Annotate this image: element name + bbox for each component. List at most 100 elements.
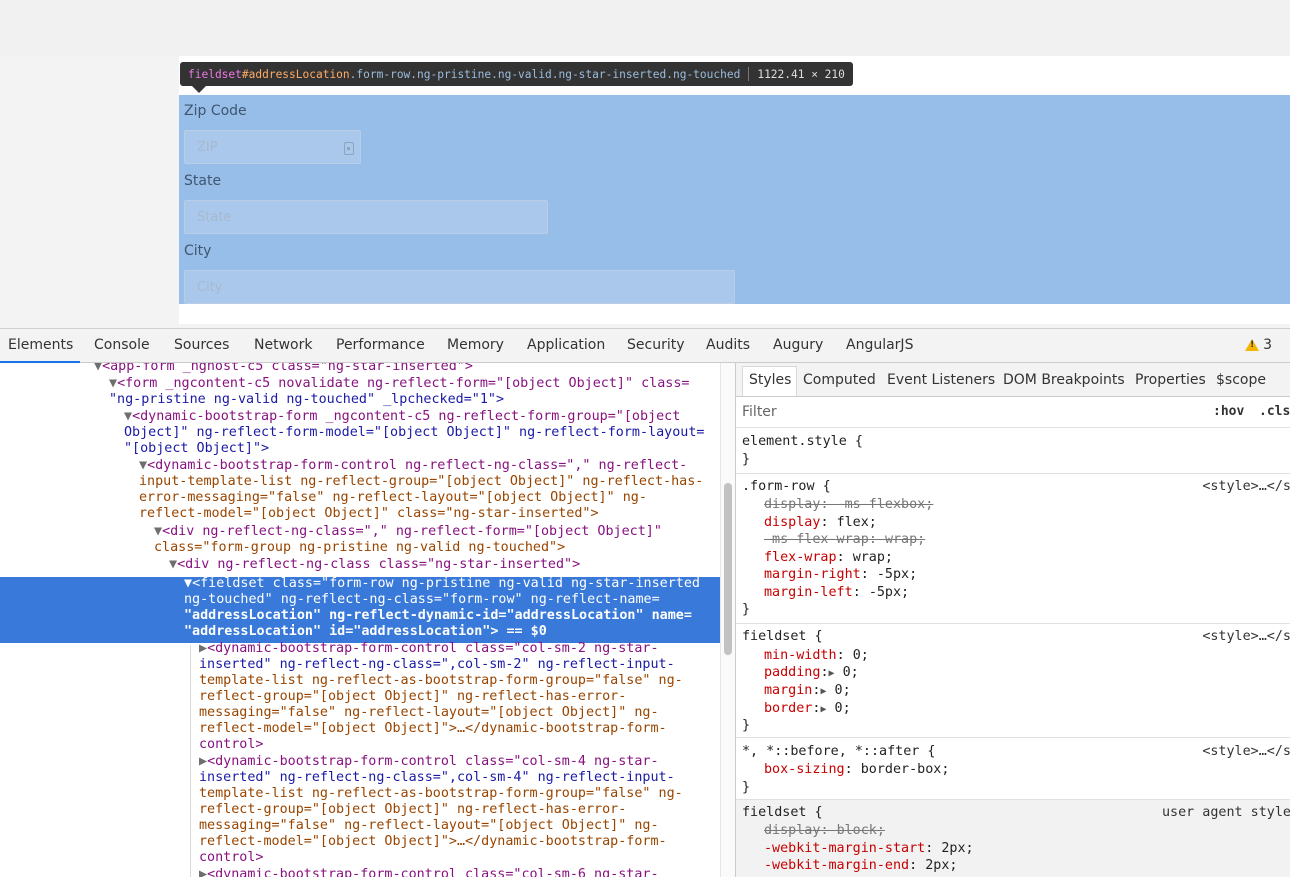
dom-line: control> <box>199 850 264 865</box>
dom-node-fieldset-selected[interactable]: ▼<fieldset class="form-row ng-pristine n… <box>184 576 700 592</box>
state-label: State <box>184 173 222 189</box>
tooltip-id: #addressLocation <box>241 67 350 81</box>
dom-line: inserted" ng-reflect-ng-class=",col-sm-4… <box>199 770 675 785</box>
tooltip-separator <box>748 67 750 81</box>
rule-source-link[interactable]: <style>…</s <box>1202 744 1290 759</box>
subtab-styles[interactable]: Styles <box>749 372 791 388</box>
tab-console[interactable]: Console <box>94 337 150 353</box>
dom-node-div-ng-class[interactable]: ▼<div ng-reflect-ng-class class="ng-star… <box>169 557 580 573</box>
decl-struck[interactable]: display: -ms-flexbox; <box>764 497 933 512</box>
tab-application[interactable]: Application <box>527 337 605 353</box>
tab-angularjs[interactable]: AngularJS <box>846 337 913 353</box>
tab-augury[interactable]: Augury <box>773 337 823 353</box>
city-placeholder: City <box>197 280 223 295</box>
decl[interactable]: padding:▶ 0; <box>764 665 859 680</box>
styles-pane: Styles Computed Event Listeners DOM Brea… <box>735 363 1290 877</box>
tab-security[interactable]: Security <box>627 337 685 353</box>
warnings-count: 3 <box>1263 337 1272 353</box>
decl-struck[interactable]: -ms-flex-wrap: wrap; <box>764 532 925 547</box>
dom-node-form-control-col-sm-2[interactable]: ▶<dynamic-bootstrap-form-control class="… <box>199 641 659 657</box>
styles-subtab-bar: Styles Computed Event Listeners DOM Brea… <box>736 363 1290 397</box>
city-input[interactable]: City <box>184 270 735 304</box>
rule-element-style[interactable]: element.style { } <box>736 429 1290 474</box>
tab-memory[interactable]: Memory <box>447 337 504 353</box>
decl[interactable]: -webkit-margin-end: 2px; <box>764 858 958 873</box>
dom-line: messaging="false" ng-reflect-layout="[ob… <box>199 818 659 833</box>
decl[interactable]: margin:▶ 0; <box>764 683 851 698</box>
dom-node-dynamic-bootstrap-form[interactable]: ▼<dynamic-bootstrap-form _ngcontent-c5 n… <box>124 409 680 425</box>
dom-line: "addressLocation" id="addressLocation"> … <box>184 624 547 639</box>
expand-triangle-icon: ▶ <box>828 668 835 679</box>
city-label: City <box>184 243 212 259</box>
dom-line: inserted" ng-reflect-ng-class=",col-sm-2… <box>199 657 675 672</box>
dom-line: reflect-model="[object Object]">…</dynam… <box>199 721 667 736</box>
rule-user-agent-fieldset[interactable]: fieldset { user agent style display: blo… <box>736 800 1290 877</box>
expand-triangle-icon: ▶ <box>820 686 827 697</box>
filter-input[interactable]: Filter <box>742 404 777 420</box>
dom-line: reflect-model="[object Object]">…</dynam… <box>199 834 667 849</box>
decl[interactable]: min-width: 0; <box>764 648 869 663</box>
decl[interactable]: -webkit-margin-start: 2px; <box>764 841 974 856</box>
zip-placeholder: ZIP <box>197 140 218 155</box>
rule-form-row[interactable]: .form-row { <style>…</s display: -ms-fle… <box>736 474 1290 624</box>
dom-node-form[interactable]: ▼<form _ngcontent-c5 novalidate ng-refle… <box>109 376 689 392</box>
dom-line: reflect-group="[object Object]" ng-refle… <box>199 689 627 704</box>
expand-triangle-icon: ▶ <box>820 704 827 715</box>
rule-close: } <box>742 718 751 733</box>
tab-sources[interactable]: Sources <box>174 337 229 353</box>
tree-guide-line <box>190 645 191 877</box>
decl[interactable]: display: flex; <box>764 515 877 530</box>
autofill-card-icon[interactable] <box>344 142 354 155</box>
page-top-area <box>0 0 1290 56</box>
dom-line: Object]" ng-reflect-form-model="[object … <box>124 425 705 440</box>
dom-line: ng-touched" ng-reflect-ng-class="form-ro… <box>184 592 660 607</box>
dom-node-app-form[interactable]: ▼<app-form _nghost-c5 class="ng-star-ins… <box>94 363 473 375</box>
dom-line: "addressLocation" ng-reflect-dynamic-id=… <box>184 608 692 623</box>
dom-node-form-control[interactable]: ▼<dynamic-bootstrap-form-control ng-refl… <box>139 458 687 474</box>
dom-scrollbar-thumb[interactable] <box>724 483 732 655</box>
rule-fieldset[interactable]: fieldset { <style>…</s min-width: 0; pad… <box>736 624 1290 738</box>
state-input[interactable]: State <box>184 200 548 234</box>
dom-line: template-list ng-reflect-as-bootstrap-fo… <box>199 786 683 801</box>
tab-elements[interactable]: Elements <box>8 337 73 353</box>
warnings-counter[interactable]: 3 <box>1245 337 1272 353</box>
dom-line: error-messaging="false" ng-reflect-layou… <box>139 490 647 505</box>
rule-selector: fieldset { <box>742 629 823 644</box>
subtab-computed[interactable]: Computed <box>803 372 876 388</box>
dom-line: control> <box>199 737 264 752</box>
styles-filter-bar[interactable]: Filter :hov .cls <box>736 398 1290 428</box>
tab-network[interactable]: Network <box>254 337 312 353</box>
decl[interactable]: margin-left: -5px; <box>764 585 909 600</box>
rule-source-link[interactable]: <style>…</s <box>1202 629 1290 644</box>
rule-universal[interactable]: *, *::before, *::after { <style>…</s box… <box>736 738 1290 800</box>
decl[interactable]: flex-wrap: wrap; <box>764 550 893 565</box>
rule-close: } <box>742 602 751 617</box>
subtab-dom-breakpoints[interactable]: DOM Breakpoints <box>1003 372 1125 388</box>
subtab-properties[interactable]: Properties <box>1135 372 1206 388</box>
subtab-scope[interactable]: $scope <box>1216 372 1266 388</box>
dom-line: "ng-pristine ng-valid ng-touched" _lpche… <box>109 392 505 407</box>
dom-line: "[object Object]"> <box>124 441 270 456</box>
cls-toggle[interactable]: .cls <box>1259 404 1290 419</box>
decl[interactable]: margin-right: -5px; <box>764 567 917 582</box>
rule-close: } <box>742 452 751 467</box>
subtab-event-listeners[interactable]: Event Listeners <box>887 372 995 388</box>
tooltip-tag: fieldset <box>188 67 242 81</box>
decl[interactable]: border:▶ 0; <box>764 701 851 716</box>
rule-source-link[interactable]: <style>…</s <box>1202 479 1290 494</box>
tab-performance[interactable]: Performance <box>336 337 425 353</box>
zip-input[interactable]: ZIP <box>184 130 361 164</box>
dom-node-div-form-group[interactable]: ▼<div ng-reflect-ng-class="," ng-reflect… <box>154 524 662 540</box>
dom-node-form-control-col-sm-4[interactable]: ▶<dynamic-bootstrap-form-control class="… <box>199 754 659 770</box>
dom-tree[interactable]: ▼<app-form _nghost-c5 class="ng-star-ins… <box>0 363 735 877</box>
hov-toggle[interactable]: :hov <box>1213 404 1244 419</box>
decl-struck[interactable]: display: block; <box>764 823 885 838</box>
tooltip-size: 1122.41 × 210 <box>757 67 845 81</box>
rule-source-label: user agent style <box>1162 805 1290 820</box>
rule-selector: fieldset { <box>742 805 823 820</box>
decl[interactable]: box-sizing: border-box; <box>764 762 949 777</box>
dom-line: messaging="false" ng-reflect-layout="[ob… <box>199 705 659 720</box>
rule-selector: element.style { <box>742 434 863 449</box>
devtools-tab-bar: Elements Console Sources Network Perform… <box>0 329 1290 363</box>
tab-audits[interactable]: Audits <box>706 337 750 353</box>
